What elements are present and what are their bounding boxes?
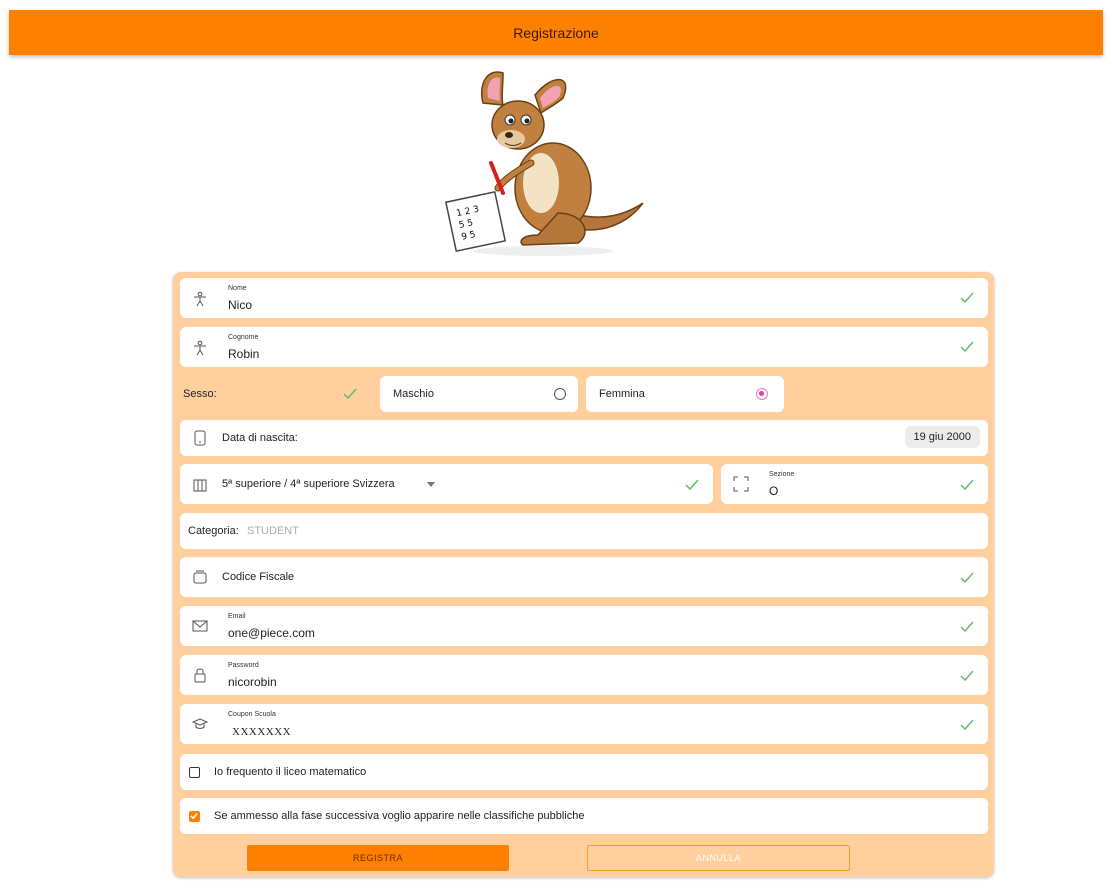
email-label: Email — [228, 613, 246, 620]
name-value: Nico — [228, 298, 253, 312]
tablet-icon — [194, 430, 206, 446]
class-select[interactable]: 5ª superiore / 4ª superiore Svizzera — [180, 464, 713, 504]
password-value: nicorobin — [228, 675, 277, 689]
section-value: O — [769, 484, 779, 498]
name-field[interactable]: Nome Nico — [180, 278, 988, 318]
id-card-icon — [193, 570, 207, 584]
section-label: Sezione — [769, 471, 795, 478]
email-value: one@piece.com — [228, 626, 315, 640]
valid-check-icon — [960, 621, 974, 633]
gender-option-label: Femmina — [599, 388, 645, 400]
gender-option-label: Maschio — [393, 388, 434, 400]
person-icon — [194, 291, 206, 307]
public-ranking-label: Se ammesso alla fase successiva voglio a… — [214, 810, 585, 822]
page-title: Registrazione — [513, 24, 599, 41]
public-ranking-checkbox[interactable] — [189, 811, 200, 822]
coupon-label: Coupon Scuola — [228, 711, 276, 718]
valid-check-icon — [960, 572, 974, 584]
class-select-value: 5ª superiore / 4ª superiore Svizzera — [222, 478, 395, 490]
math-high-school-option[interactable]: Io frequento il liceo matematico — [180, 754, 988, 790]
cancel-button[interactable]: ANNULLA — [587, 845, 850, 871]
surname-label: Cognome — [228, 334, 259, 341]
app-header: Registrazione — [9, 10, 1103, 55]
birthdate-label: Data di nascita: — [222, 432, 298, 444]
valid-check-icon — [685, 479, 699, 491]
valid-check-icon — [960, 479, 974, 491]
valid-check-icon — [960, 341, 974, 353]
radio-button-male[interactable] — [554, 388, 566, 400]
public-ranking-option[interactable]: Se ammesso alla fase successiva voglio a… — [180, 798, 988, 834]
dropdown-caret-icon — [427, 482, 435, 487]
coupon-field[interactable]: Coupon Scuola XXXXXXX — [180, 704, 988, 744]
gender-option-female[interactable]: Femmina — [586, 376, 784, 412]
math-high-school-checkbox[interactable] — [189, 767, 200, 778]
category-value: STUDENT — [247, 525, 299, 537]
section-field[interactable]: Sezione O — [721, 464, 988, 504]
coupon-value: XXXXXXX — [232, 726, 292, 738]
registration-form: Nome Nico Cognome Robin Sesso: Maschio F… — [173, 272, 994, 877]
password-field[interactable]: Password nicorobin — [180, 655, 988, 695]
valid-check-icon — [960, 719, 974, 731]
valid-check-icon — [343, 388, 357, 400]
kangaroo-mascot-logo: 1 2 3 5 5 9 5 — [444, 71, 644, 256]
category-row: Categoria: STUDENT — [180, 513, 988, 549]
gender-option-male[interactable]: Maschio — [380, 376, 578, 412]
surname-field[interactable]: Cognome Robin — [180, 327, 988, 367]
birthdate-value-chip[interactable]: 19 giu 2000 — [904, 426, 980, 448]
valid-check-icon — [960, 292, 974, 304]
expand-icon — [733, 476, 749, 492]
mail-icon — [192, 620, 208, 632]
math-high-school-label: Io frequento il liceo matematico — [214, 766, 367, 778]
person-icon — [194, 340, 206, 356]
gender-label: Sesso: — [183, 388, 217, 400]
category-label: Categoria: — [188, 525, 239, 537]
password-label: Password — [228, 662, 259, 669]
checkmark-icon — [190, 813, 198, 820]
birthdate-field[interactable]: Data di nascita: 19 giu 2000 — [180, 420, 988, 456]
surname-value: Robin — [228, 347, 260, 361]
school-building-icon — [193, 479, 207, 492]
valid-check-icon — [960, 670, 974, 682]
email-field[interactable]: Email one@piece.com — [180, 606, 988, 646]
tax-code-field[interactable]: Codice Fiscale — [180, 557, 988, 597]
graduation-cap-icon — [192, 718, 208, 729]
radio-button-female[interactable] — [756, 388, 768, 400]
register-button[interactable]: REGISTRA — [247, 845, 509, 871]
lock-icon — [194, 668, 206, 683]
name-label: Nome — [228, 285, 247, 292]
tax-code-placeholder: Codice Fiscale — [222, 571, 295, 583]
